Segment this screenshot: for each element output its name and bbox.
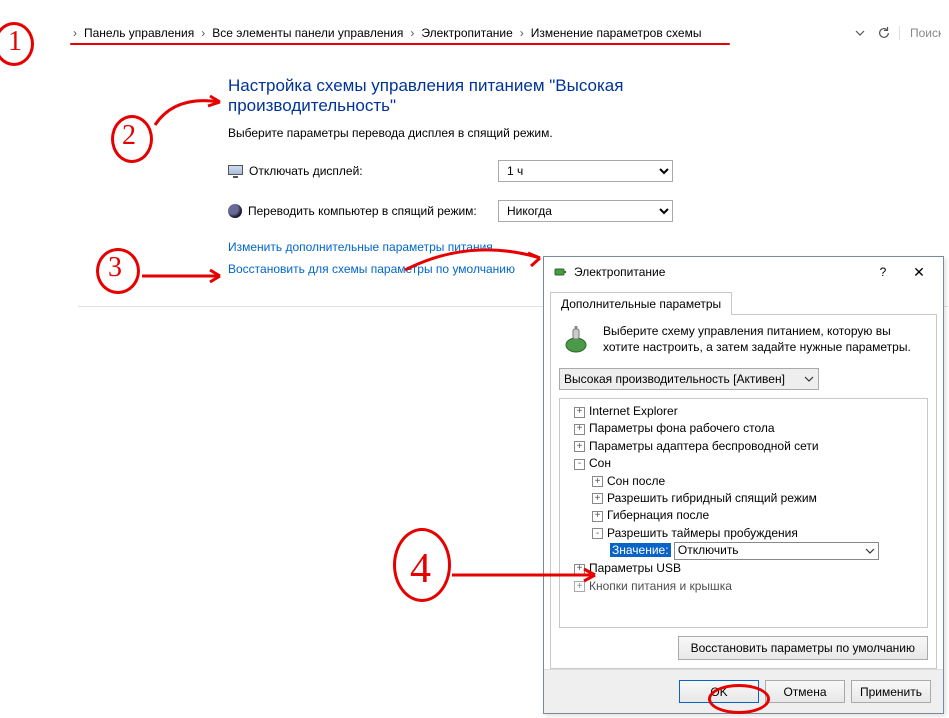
annotation-circle-4 [393, 528, 451, 602]
refresh-icon[interactable] [875, 24, 893, 42]
chevron-right-icon: › [407, 26, 417, 40]
tab-panel: Выберите схему управления питанием, кото… [550, 314, 937, 669]
apply-button[interactable]: Применить [851, 680, 931, 703]
power-icon [552, 264, 568, 280]
tree-item-sleep-after[interactable]: Сон после [607, 474, 665, 488]
scheme-dropdown[interactable]: Высокая производительность [Активен] [559, 368, 819, 390]
value-dropdown-text: Отключить [678, 542, 739, 559]
row-sleep: Переводить компьютер в спящий режим: Ник… [228, 200, 720, 222]
tree-item-wifi[interactable]: Параметры адаптера беспроводной сети [589, 439, 819, 453]
crumb-power-options[interactable]: Электропитание [417, 26, 516, 40]
tree-item-ie[interactable]: Internet Explorer [589, 404, 678, 418]
chevron-right-icon: › [517, 26, 527, 40]
expand-icon[interactable] [574, 407, 585, 418]
tree-item-hybrid-sleep[interactable]: Разрешить гибридный спящий режим [607, 491, 817, 505]
settings-tree[interactable]: Internet Explorer Параметры фона рабочег… [559, 398, 928, 628]
link-advanced-power-settings[interactable]: Изменить дополнительные параметры питани… [228, 240, 720, 254]
page-subtitle: Выберите параметры перевода дисплея в сп… [228, 126, 720, 140]
close-button[interactable]: ✕ [901, 259, 937, 285]
crumb-edit-plan[interactable]: Изменение параметров схемы [527, 26, 706, 40]
moon-icon [228, 204, 242, 218]
breadcrumb-bar: › Панель управления › Все элементы панел… [0, 20, 949, 46]
dialog-title-text: Электропитание [574, 265, 865, 279]
help-button[interactable]: ? [865, 259, 901, 285]
dialog-titlebar: Электропитание ? ✕ [544, 257, 943, 287]
tree-item-buttons-lid[interactable]: Кнопки питания и крышка [589, 579, 732, 593]
bulb-battery-icon [559, 323, 593, 360]
expand-icon[interactable] [592, 476, 603, 487]
history-dropdown-icon[interactable] [851, 24, 869, 42]
tree-item-value-row: Значение: Отключить [562, 542, 925, 560]
dialog-button-row: OK Отмена Применить [544, 669, 943, 713]
collapse-icon[interactable] [592, 528, 603, 539]
monitor-icon [228, 165, 243, 178]
select-sleep-timeout[interactable]: Никогда [498, 200, 673, 222]
chevron-right-icon: › [198, 26, 208, 40]
expand-icon[interactable] [574, 564, 585, 575]
tree-item-wake-timers[interactable]: Разрешить таймеры пробуждения [607, 526, 798, 540]
ok-button[interactable]: OK [679, 680, 759, 703]
tab-strip: Дополнительные параметры [544, 287, 943, 314]
label-turn-off-display: Отключать дисплей: [249, 164, 363, 178]
expand-icon[interactable] [574, 581, 585, 592]
tree-item-hibernate-after[interactable]: Гибернация после [607, 508, 709, 522]
crumb-all-items[interactable]: Все элементы панели управления [208, 26, 407, 40]
tree-item-usb[interactable]: Параметры USB [589, 561, 681, 575]
search-input[interactable]: Поиск в [899, 26, 941, 40]
select-display-timeout[interactable]: 1 ч [498, 160, 673, 182]
crumb-control-panel[interactable]: Панель управления [80, 26, 198, 40]
expand-icon[interactable] [574, 424, 585, 435]
expand-icon[interactable] [574, 441, 585, 452]
cancel-button[interactable]: Отмена [765, 680, 845, 703]
page-title: Настройка схемы управления питанием "Выс… [228, 76, 720, 116]
restore-defaults-button[interactable]: Восстановить параметры по умолчанию [678, 636, 928, 660]
annotation-underline [70, 43, 730, 45]
collapse-icon[interactable] [574, 459, 585, 470]
annotation-number-4: 4 [410, 545, 431, 593]
tree-item-sleep[interactable]: Сон [589, 456, 611, 470]
tab-advanced-settings[interactable]: Дополнительные параметры [550, 292, 732, 315]
value-label: Значение: [610, 543, 671, 557]
chevron-right-icon: › [70, 26, 80, 40]
tree-item-desktop-bg[interactable]: Параметры фона рабочего стола [589, 421, 775, 435]
value-dropdown[interactable]: Отключить [674, 542, 879, 560]
expand-icon[interactable] [592, 493, 603, 504]
power-options-dialog: Электропитание ? ✕ Дополнительные параме… [543, 256, 944, 714]
expand-icon[interactable] [592, 511, 603, 522]
label-sleep: Переводить компьютер в спящий режим: [248, 204, 477, 218]
row-turn-off-display: Отключать дисплей: 1 ч [228, 160, 720, 182]
scheme-dropdown-label: Высокая производительность [Активен] [564, 372, 785, 386]
dialog-description: Выберите схему управления питанием, кото… [603, 323, 928, 355]
